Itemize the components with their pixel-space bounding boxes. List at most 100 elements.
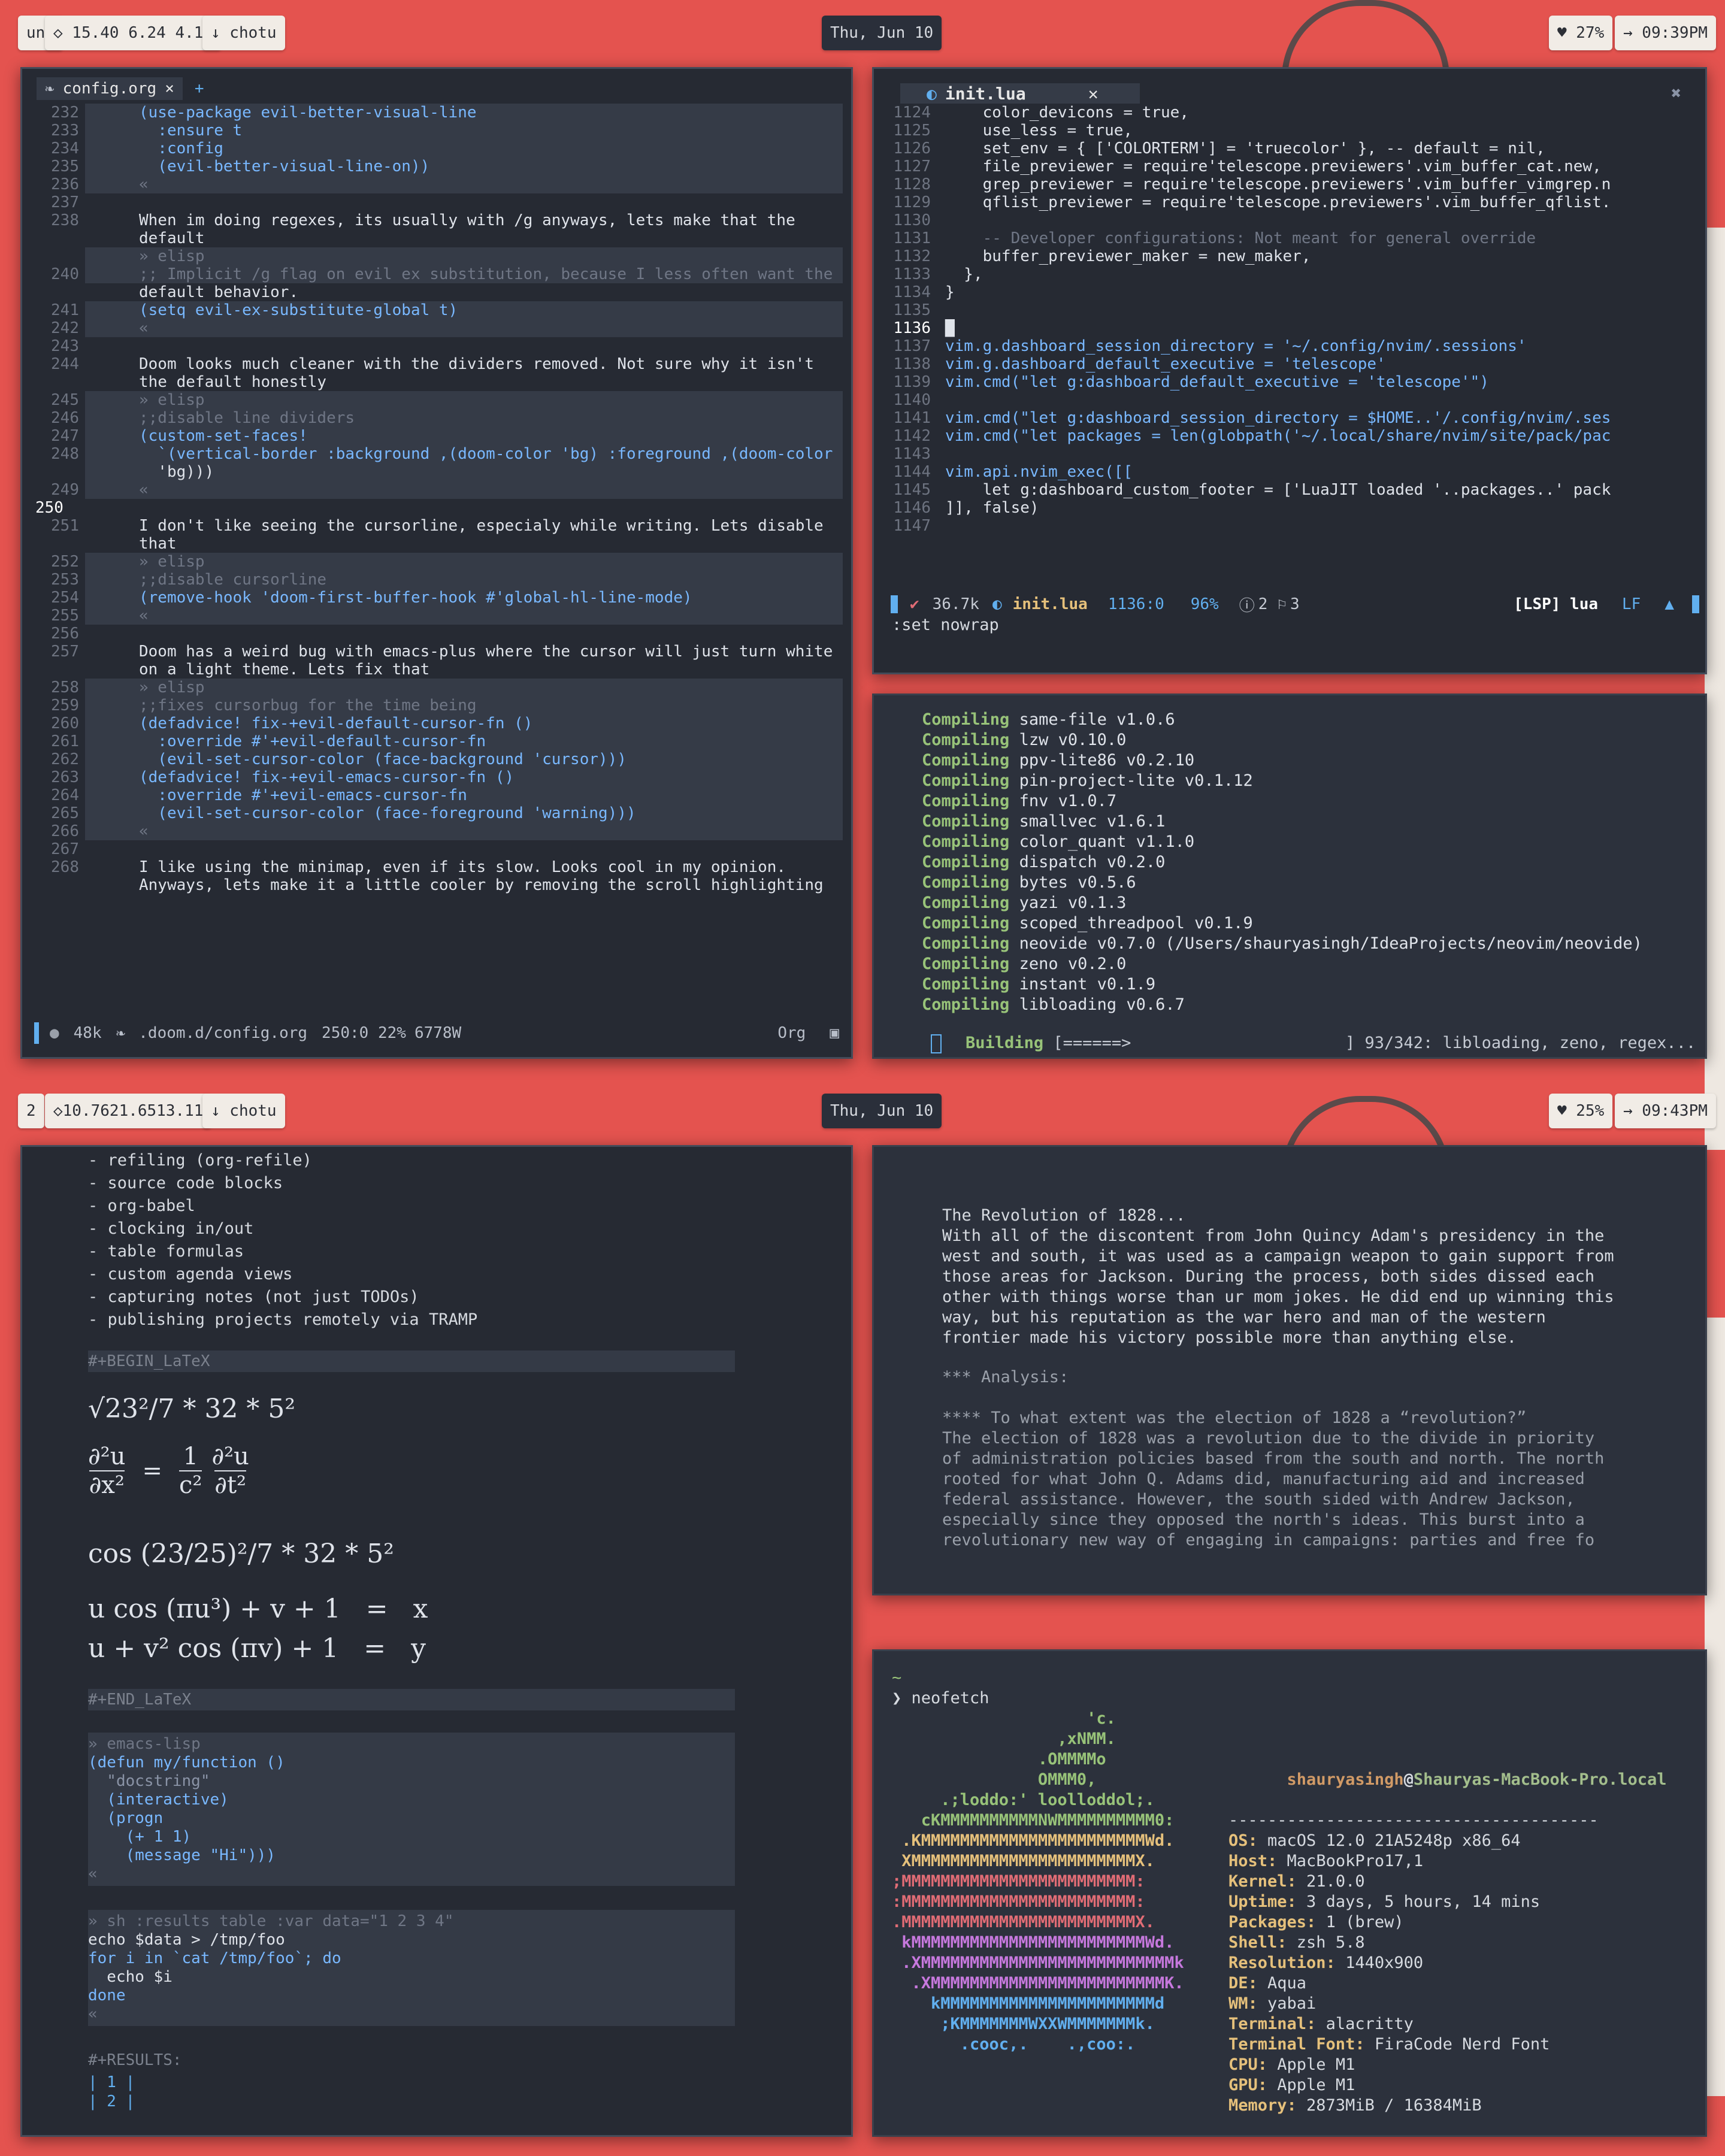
logo-line: XMMMMMMMMMMMMMMMMMMMMMMMX. xyxy=(892,1852,1155,1870)
line-text: (use-package evil-better-visual-line xyxy=(85,104,843,122)
essay-line: revolutionary new way of engaging in cam… xyxy=(942,1531,1595,1549)
nvim-tab[interactable]: ◐ init.lua ✕ xyxy=(900,83,1140,104)
line-number: 253 xyxy=(51,571,79,589)
line-number: 1126 xyxy=(893,140,931,158)
buffer-line: 241 (setq evil-ex-substitute-global t) xyxy=(22,301,851,319)
nvim-line: 1136 █ xyxy=(874,319,1705,337)
buffer-line: 237 xyxy=(22,193,851,211)
statusline-left-bar xyxy=(891,595,898,613)
buffer-line: 244 Doom looks much cleaner with the divi… xyxy=(22,355,851,373)
neovim-icon: ✔ xyxy=(910,595,919,613)
line-number: 1140 xyxy=(893,391,931,409)
info-row: Memory: 2873MiB / 16384MiB xyxy=(1228,2096,1667,2116)
line-text: buffer_previewer_maker = new_maker, xyxy=(945,247,1311,265)
tab-config-org[interactable]: ❧ config.org × xyxy=(37,77,183,100)
nvim-cmdline[interactable]: :set nowrap xyxy=(892,615,999,635)
workspace-indicator-bottom[interactable]: 2 xyxy=(18,1094,44,1128)
line-number: 236 xyxy=(51,175,79,193)
frac-c-num: 1 xyxy=(183,1443,198,1470)
info-value: 2873MiB / 16384MiB xyxy=(1306,2096,1482,2115)
nvim-line: 1144 vim.api.nvim_exec([[ xyxy=(874,463,1705,481)
statusline-eol: LF xyxy=(1622,595,1641,613)
buffer-line: the default honestly xyxy=(22,373,851,391)
line-text: (evil-set-cursor-color (face-foreground … xyxy=(85,804,843,822)
line-text xyxy=(937,517,1705,535)
diag-info-count: 2 xyxy=(1258,595,1268,613)
line-text: I like using the minimap, even if its sl… xyxy=(139,858,786,876)
essay-paragraph-1: With all of the discontent from John Qui… xyxy=(942,1226,1614,1348)
info-key: Memory: xyxy=(1228,2096,1307,2115)
line-number: 240 xyxy=(51,265,79,283)
buffer-line: 247 (custom-set-faces! xyxy=(22,427,851,445)
sh-src-block[interactable]: » sh :results table :var data="1 2 3 4" e… xyxy=(88,1910,735,2026)
line-text: :config xyxy=(85,140,843,158)
nvim-line: 1141 vim.cmd("let g:dashboard_session_dir… xyxy=(874,409,1705,427)
info-row: Shell: zsh 5.8 xyxy=(1228,1933,1667,1953)
logo-line: .XMMMMMMMMMMMMMMMMMMMMMMMMK. xyxy=(892,1974,1184,1993)
nvim-line: 1133 }, xyxy=(874,265,1705,283)
apple-logo-ascii: 'c. ,xNMM. .OMMMMo OMMM0, .;loddo:' lool… xyxy=(892,1709,1184,2055)
line-number: 1133 xyxy=(893,265,931,283)
buffer-line: 232 (use-package evil-better-visual-line xyxy=(22,104,851,122)
line-number xyxy=(22,229,85,247)
line-number xyxy=(22,463,85,481)
nvim-tab-close-icon[interactable]: ✕ xyxy=(1088,84,1098,104)
shell-prompt[interactable]: ❯ neofetch xyxy=(892,1688,989,1709)
line-text xyxy=(85,840,851,858)
line-number: 247 xyxy=(51,427,79,445)
wallpaper-arc-top xyxy=(1282,0,1449,78)
emacs-window-top[interactable]: ❧ config.org × + 232 (use-package evil-be… xyxy=(20,67,853,1059)
info-row: Packages: 1 (brew) xyxy=(1228,1912,1667,1933)
list-item: - publishing projects remotely via TRAMP xyxy=(88,1310,478,1329)
buffer-line: 251 I don't like seeing the cursorline, e… xyxy=(22,517,851,535)
elisp-src-block[interactable]: » emacs-lisp (defun my/function () "docst… xyxy=(88,1733,735,1886)
info-key: Uptime: xyxy=(1228,1892,1307,1911)
tab-close-icon[interactable]: × xyxy=(165,80,174,98)
info-value: 1440x900 xyxy=(1345,1954,1424,1972)
line-number: 250 xyxy=(35,499,63,517)
essay-question: **** To what extent was the election of … xyxy=(942,1409,1527,1427)
logo-line: kMMMMMMMMMMMMMMMMMMMMMMd xyxy=(892,1994,1165,2013)
line-text: Anyways, lets make it a little cooler by… xyxy=(139,876,824,894)
org-feature-list: - refiling (org-refile) - source code blo… xyxy=(88,1149,477,1331)
list-item: - source code blocks xyxy=(88,1174,283,1192)
line-number: 256 xyxy=(51,625,79,643)
buffer-line: on a light theme. Lets fix that xyxy=(22,661,851,679)
emacs-buffer[interactable]: 232 (use-package evil-better-visual-line 2… xyxy=(22,104,851,894)
line-text: « xyxy=(85,319,843,337)
line-number: 1143 xyxy=(893,445,931,463)
modeline-major-mode: Org xyxy=(777,1024,806,1042)
frac-right: ∂²u ∂t² xyxy=(211,1443,249,1499)
buffer-line: 255 « xyxy=(22,607,851,625)
info-value: 1 (brew) xyxy=(1325,1913,1404,1931)
info-key: Resolution: xyxy=(1228,1954,1346,1972)
user-indicator-bottom: ↓ chotu xyxy=(202,1094,285,1128)
shell-cwd: ~ xyxy=(892,1669,902,1687)
logo-line: ;MMMMMMMMMMMMMMMMMMMMMMMM: xyxy=(892,1872,1145,1891)
info-row: Terminal Font: FiraCode Nerd Font xyxy=(1228,2034,1667,2055)
buffer-line: 242 « xyxy=(22,319,851,337)
compiling-line: Compiling yazi v0.1.3 xyxy=(922,893,1693,913)
window-close-icon[interactable]: ✖ xyxy=(1671,83,1681,103)
compiling-line: Compiling lzw v0.10.0 xyxy=(922,730,1693,750)
nvim-window[interactable]: ◐ init.lua ✕ ✖ 1124 color_devicons = tru… xyxy=(872,67,1707,674)
nvim-line: 1130 xyxy=(874,211,1705,229)
info-key: Packages: xyxy=(1228,1913,1326,1931)
essay-window[interactable]: The Revolution of 1828... With all of th… xyxy=(872,1145,1707,1595)
nvim-buffer[interactable]: 1124 color_devicons = true, 1125 use_less… xyxy=(874,104,1705,535)
date-display: Thu, Jun 10 xyxy=(822,16,942,50)
load-average-bottom: ◇10.7621.6513.11 xyxy=(45,1094,212,1128)
line-text: (remove-hook 'doom-first-buffer-hook #'g… xyxy=(85,589,843,607)
line-text: (evil-set-cursor-color (face-background … xyxy=(85,750,843,768)
code-line: » sh :results table :var data="1 2 3 4" xyxy=(88,1912,454,1930)
line-number: 1144 xyxy=(893,463,931,481)
neofetch-terminal[interactable]: ~ ❯ neofetch 'c. ,xNMM. .OMMMMo OMMM0, .… xyxy=(872,1649,1707,2137)
nvim-line: 1126 set_env = { ['COLORTERM'] = 'trueco… xyxy=(874,140,1705,158)
line-number: 1131 xyxy=(893,229,931,247)
emacs-window-bottom[interactable]: - refiling (org-refile) - source code blo… xyxy=(20,1145,853,2137)
line-text xyxy=(937,301,1705,319)
cargo-terminal[interactable]: Compiling same-file v1.0.6 Compiling lzw … xyxy=(872,694,1707,1059)
code-line: « xyxy=(88,1865,98,1883)
logo-line: OMMM0, xyxy=(892,1770,1097,1789)
new-tab-button[interactable]: + xyxy=(195,80,204,98)
